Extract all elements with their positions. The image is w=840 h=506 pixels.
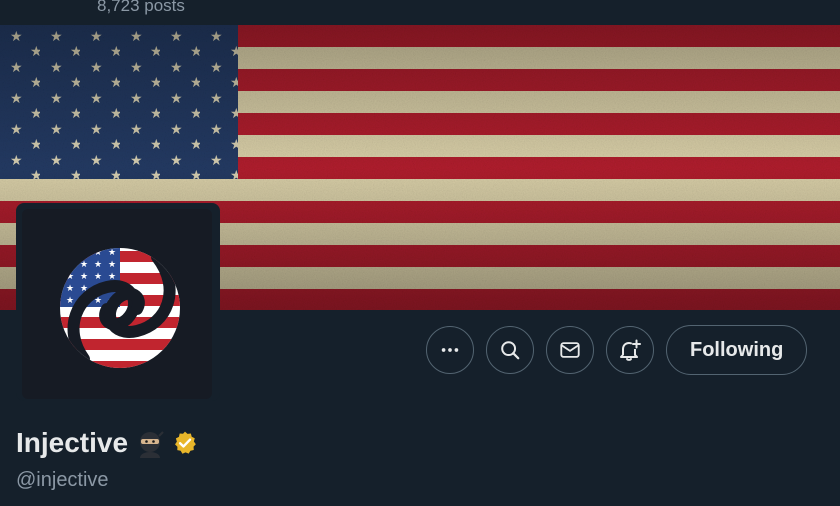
search-icon bbox=[501, 341, 520, 360]
avatar-frame[interactable]: ★ bbox=[16, 203, 220, 401]
verified-badge-icon[interactable] bbox=[172, 430, 198, 456]
mail-icon bbox=[560, 342, 580, 358]
message-button[interactable] bbox=[546, 326, 594, 374]
avatar[interactable]: ★ bbox=[22, 209, 212, 399]
search-button[interactable] bbox=[486, 326, 534, 374]
profile-page: 8,723 posts ★ ★ bbox=[0, 0, 840, 506]
following-button[interactable]: Following bbox=[666, 325, 808, 375]
more-horizontal-icon bbox=[441, 348, 459, 352]
user-handle: @injective bbox=[16, 469, 109, 491]
ninja-emoji-icon bbox=[140, 431, 164, 458]
bell-plus-icon bbox=[620, 339, 641, 361]
profile-name-row: Injective bbox=[16, 425, 198, 461]
display-name: Injective bbox=[16, 427, 129, 458]
profile-actions: Following bbox=[426, 324, 808, 376]
post-count: 8,723 posts bbox=[97, 0, 185, 15]
notify-button[interactable] bbox=[606, 326, 654, 374]
more-button[interactable] bbox=[426, 326, 474, 374]
injective-logo-icon: ★ bbox=[60, 248, 180, 368]
